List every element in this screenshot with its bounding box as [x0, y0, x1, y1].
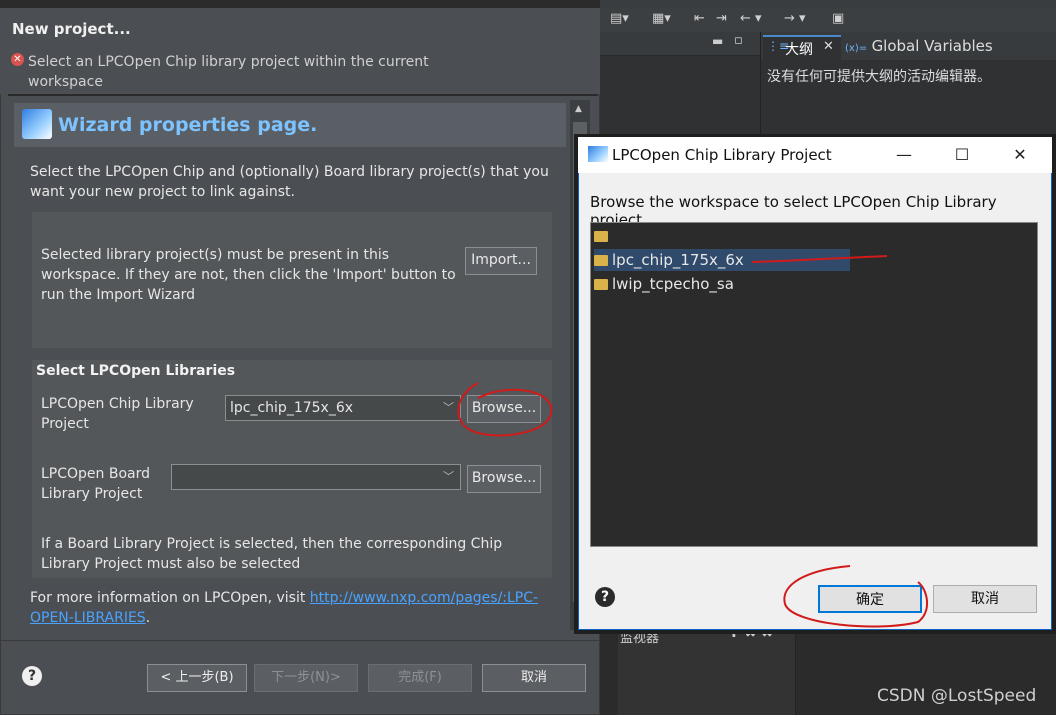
tab-global-variables[interactable]: (x)= Global Variables [845, 37, 1045, 59]
board-library-select[interactable]: ﹀ [171, 464, 461, 490]
left-view-header: ▬ ▫ [600, 32, 760, 56]
maximize-icon[interactable]: ▫ [734, 33, 743, 48]
maximize-icon[interactable]: ☐ [939, 141, 985, 169]
error-icon: ✕ [11, 53, 24, 66]
toolbar-view-icon[interactable]: ▣ [832, 10, 844, 28]
board-browse-button[interactable]: Browse... [467, 465, 541, 493]
wizard-separator [8, 94, 598, 96]
wizard-cancel-button[interactable]: 取消 [482, 664, 586, 692]
wizard-message: Select an LPCOpen Chip library project w… [28, 54, 429, 90]
minimize-icon[interactable]: ▬ [712, 34, 723, 48]
dialog-app-icon [588, 146, 608, 162]
outline-empty-text: 没有任何可提供大纲的活动编辑器。 [767, 69, 991, 85]
variables-icon: (x)= [845, 43, 868, 54]
tab-outline-label: 大纲 [785, 42, 813, 58]
help-icon[interactable]: ? [22, 666, 42, 686]
toolbar-prev-edit-icon[interactable]: ⇤ [694, 10, 705, 28]
finish-button[interactable]: 完成(F) [368, 664, 472, 692]
project-list[interactable]: lpc_board_nxp_lpcxpresso_1769 lpc_chip_1… [590, 222, 1038, 547]
chevron-down-icon: ﹀ [443, 470, 454, 483]
ok-button[interactable]: 确定 [818, 585, 922, 613]
wizard-title: New project... [12, 20, 131, 38]
wizard-banner-title: Wizard properties page. [58, 114, 318, 136]
close-icon[interactable]: ✕ [997, 141, 1043, 169]
list-item[interactable]: lpc_board_nxp_lpcxpresso_1769 [594, 225, 850, 267]
dialog-title: LPCOpen Chip Library Project [612, 146, 832, 164]
close-icon[interactable]: ✕ [823, 39, 834, 54]
toolbar-bookmark-icon[interactable]: ▦▾ [652, 10, 671, 28]
tab-global-variables-label: Global Variables [871, 37, 993, 55]
chip-library-label: LPCOpen Chip Library Project [41, 396, 194, 432]
board-library-label: LPCOpen Board Library Project [41, 466, 151, 502]
import-button[interactable]: Import... [465, 247, 537, 275]
chip-browse-button[interactable]: Browse... [467, 395, 541, 423]
project-folder-icon [594, 255, 608, 266]
more-info-prefix: For more information on LPCOpen, visit [30, 590, 310, 606]
next-button[interactable]: 下一步(N)> [254, 664, 358, 692]
ide-toolbar: ▤▾ ▦▾ ⇤ ⇥ ← ▾ → ▾ ▣ [600, 8, 1056, 32]
back-arrow-icon[interactable]: ← ▾ [740, 10, 762, 28]
list-item-label: lwip_tcpecho_sa [612, 275, 734, 293]
tab-outline[interactable]: ⋮≡ 大纲 ✕ [763, 35, 841, 61]
more-info-text: For more information on LPCOpen, visit h… [30, 588, 550, 628]
list-item[interactable]: lwip_tcpecho_sa [594, 273, 850, 295]
scroll-up-icon[interactable]: ▲ [575, 104, 582, 114]
project-folder-icon [594, 279, 608, 290]
monitor-view: 监视器 ✚ ✖ ✖ [618, 625, 796, 715]
import-group-text: Selected library project(s) must be pres… [41, 247, 456, 303]
back-button[interactable]: < 上一步(B) [147, 664, 247, 692]
help-icon[interactable]: ? [595, 587, 615, 607]
watermark: CSDN @LostSpeed [877, 686, 1037, 706]
forward-arrow-icon[interactable]: → ▾ [784, 10, 806, 28]
minimize-icon[interactable]: — [881, 141, 927, 169]
toolbar-next-edit-icon[interactable]: ⇥ [716, 10, 727, 28]
chevron-down-icon: ﹀ [443, 401, 454, 414]
outline-tabbar: ⋮≡ 大纲 ✕ (x)= Global Variables [760, 32, 1056, 61]
wizard-banner-icon [22, 109, 52, 139]
libraries-group-title: Select LPCOpen Libraries [36, 363, 236, 379]
dialog-cancel-button[interactable]: 取消 [933, 585, 1037, 613]
intro-text: Select the LPCOpen Chip and (optionally)… [30, 164, 549, 200]
project-folder-icon [594, 231, 608, 242]
more-info-suffix: . [145, 610, 151, 626]
chip-library-select[interactable]: lpc_chip_175x_6x ﹀ [225, 395, 461, 421]
chip-library-value: lpc_chip_175x_6x [230, 400, 354, 416]
board-note-text: If a Board Library Project is selected, … [41, 536, 503, 572]
ide-top-strip [600, 0, 1056, 8]
footer-separator [0, 640, 600, 641]
list-item-label: lpc_chip_175x_6x [612, 251, 744, 269]
toolbar-nav-icon[interactable]: ▤▾ [610, 10, 629, 28]
list-item-selected[interactable]: lpc_chip_175x_6x [594, 249, 850, 271]
